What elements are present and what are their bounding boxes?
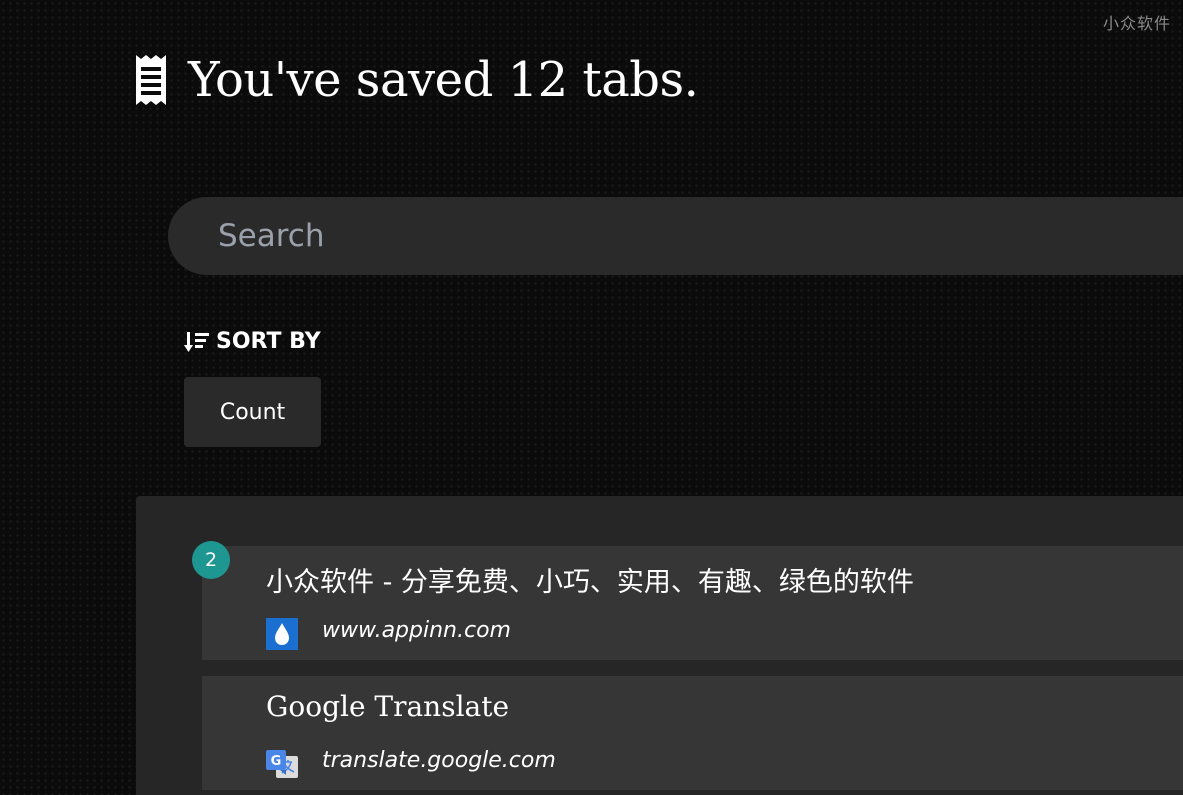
tab-title[interactable]: 小众软件 - 分享免费、小巧、实用、有趣、绿色的软件	[266, 560, 914, 599]
receipt-icon	[136, 55, 166, 105]
search-input[interactable]	[216, 217, 1183, 255]
google-g-glyph: G	[271, 754, 282, 769]
sort-by-label: SORT BY	[184, 329, 321, 354]
tab-count-badge: 2	[192, 541, 230, 579]
search-bar[interactable]	[168, 197, 1183, 275]
tab-title[interactable]: Google Translate	[266, 690, 509, 723]
tab-url[interactable]: translate.google.com	[322, 748, 556, 773]
watermark-text: 小众软件	[1102, 14, 1171, 33]
sort-count-button[interactable]: Count	[184, 377, 321, 447]
appinn-droplet-icon	[266, 618, 298, 650]
google-translate-icon: G	[266, 750, 298, 778]
sort-by-text: SORT BY	[216, 329, 321, 354]
tab-item-google-translate[interactable]: Google Translate G translate.google.com	[202, 676, 1183, 790]
sort-descending-icon	[184, 331, 209, 352]
tab-item-appinn[interactable]: 小众软件 - 分享免费、小巧、实用、有趣、绿色的软件 www.appinn.co…	[202, 546, 1183, 660]
tab-url[interactable]: www.appinn.com	[322, 618, 511, 643]
page-title: You've saved 12 tabs.	[188, 52, 699, 108]
page-header: You've saved 12 tabs.	[136, 52, 699, 108]
